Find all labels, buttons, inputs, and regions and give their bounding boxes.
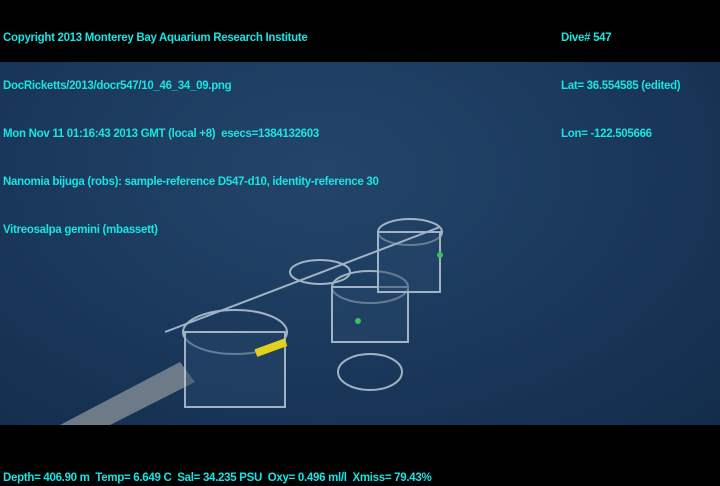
rov-arm — [60, 362, 195, 425]
overlay-top-left: Copyright 2013 Monterey Bay Aquarium Res… — [3, 0, 379, 270]
dive-number: Dive# 547 — [561, 32, 612, 44]
file-path-line: DocRicketts/2013/docr547/10_46_34_09.png — [3, 80, 232, 92]
timestamp-line: Mon Nov 11 01:16:43 2013 GMT (local +8) … — [3, 128, 319, 140]
sensor-readout: Depth= 406.90 m Temp= 6.649 C Sal= 34.23… — [3, 472, 432, 484]
longitude: Lon= -122.505666 — [561, 128, 652, 140]
video-frame: Copyright 2013 Monterey Bay Aquarium Res… — [0, 0, 720, 486]
annotation-line-2: Vitreosalpa gemini (mbassett) — [3, 224, 158, 236]
annotation-line-1: Nanomia bijuga (robs): sample-reference … — [3, 176, 379, 188]
overlay-top-right: Dive# 547 Lat= 36.554585 (edited) Lon= -… — [561, 0, 681, 174]
copyright-line: Copyright 2013 Monterey Bay Aquarium Res… — [3, 32, 308, 44]
latitude: Lat= 36.554585 (edited) — [561, 80, 681, 92]
